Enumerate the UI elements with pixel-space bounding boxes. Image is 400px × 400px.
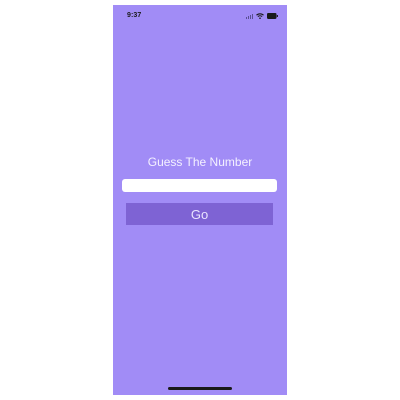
- status-bar: 9:37: [113, 5, 287, 27]
- status-icons: [246, 12, 278, 20]
- go-button[interactable]: Go: [126, 203, 273, 225]
- signal-icon: [246, 13, 253, 19]
- battery-icon: [267, 13, 278, 19]
- phone-screen: 9:37 Guess The Number Go: [113, 5, 287, 395]
- status-time: 9:37: [127, 12, 142, 19]
- page-title: Guess The Number: [147, 155, 253, 169]
- wifi-icon: [256, 13, 264, 19]
- guess-input[interactable]: [122, 179, 277, 192]
- page: 9:37 Guess The Number Go: [0, 0, 400, 400]
- home-indicator: [168, 387, 232, 390]
